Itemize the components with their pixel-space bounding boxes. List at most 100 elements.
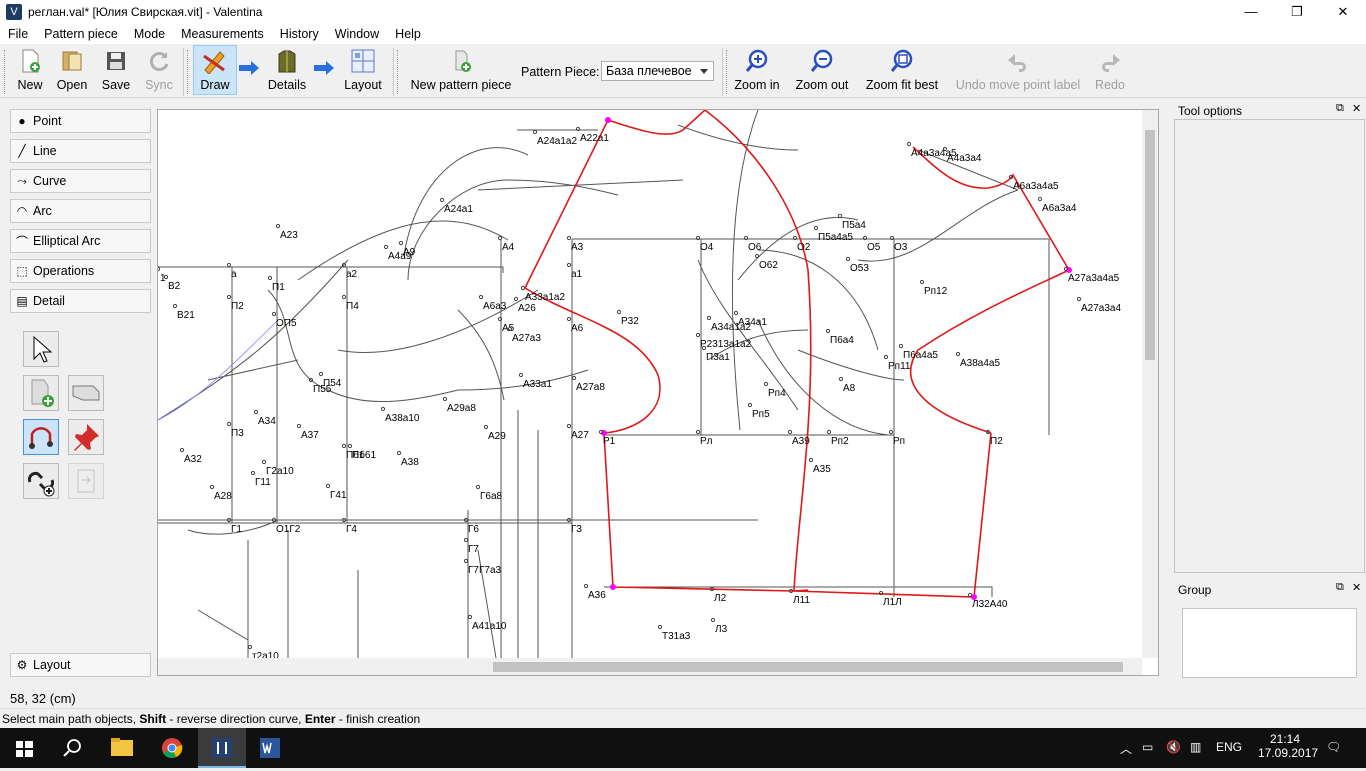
pattern-point[interactable] bbox=[532, 129, 538, 135]
open-button[interactable]: Open bbox=[56, 46, 88, 92]
tool-group-point[interactable]: ● Point bbox=[10, 109, 151, 133]
tool-group-curve[interactable]: ⤳ Curve bbox=[10, 169, 151, 193]
menu-pattern-piece[interactable]: Pattern piece bbox=[36, 27, 126, 41]
pattern-point[interactable] bbox=[275, 223, 281, 229]
point-label[interactable]: П3а1 bbox=[706, 352, 730, 363]
point-label[interactable]: Г3 bbox=[571, 524, 582, 535]
pin-button[interactable] bbox=[68, 419, 104, 455]
point-label[interactable]: А4а3а4 bbox=[947, 153, 982, 164]
point-label[interactable]: Л32А40 bbox=[972, 599, 1008, 610]
pattern-point[interactable] bbox=[808, 457, 814, 463]
point-label[interactable]: Г41 bbox=[330, 490, 347, 501]
dock-close-icon[interactable]: ✕ bbox=[1352, 581, 1361, 594]
pattern-point[interactable] bbox=[163, 274, 169, 280]
pattern-point[interactable] bbox=[226, 262, 232, 268]
point-label[interactable]: А27а3а4а5 bbox=[1068, 273, 1120, 284]
drawing-canvas[interactable]: А24а1а2 А22а1 А24а1 А23 А4а9 А9 А4 А3 О4 О6 О2 П5а4… bbox=[157, 109, 1159, 676]
toolbar-grip[interactable] bbox=[187, 50, 190, 94]
toolbar-grip[interactable] bbox=[726, 50, 729, 94]
point-label[interactable]: А6а3 bbox=[483, 301, 507, 312]
point-label[interactable]: А4 bbox=[502, 242, 515, 253]
point-label[interactable]: Рп12 bbox=[924, 286, 948, 297]
taskbar-word[interactable] bbox=[246, 728, 294, 768]
point-label[interactable]: А6 bbox=[571, 323, 584, 334]
pattern-point[interactable] bbox=[439, 197, 445, 203]
point-label[interactable]: А38а4а5 bbox=[960, 358, 1000, 369]
tray-language[interactable]: ENG bbox=[1216, 740, 1242, 754]
point-label[interactable]: П6а4 bbox=[830, 335, 854, 346]
pattern-point[interactable] bbox=[520, 285, 526, 291]
point-label[interactable]: А23 bbox=[280, 230, 298, 241]
pattern-point[interactable] bbox=[898, 343, 904, 349]
layout-group-button[interactable]: ⚙ Layout bbox=[10, 653, 151, 677]
menu-help[interactable]: Help bbox=[387, 27, 429, 41]
point-label[interactable]: Рп bbox=[893, 436, 905, 447]
pattern-point[interactable] bbox=[695, 235, 701, 241]
draw-mode-button[interactable]: Draw bbox=[193, 45, 237, 95]
scrollbar-thumb[interactable] bbox=[1145, 130, 1155, 360]
pattern-point[interactable] bbox=[838, 376, 844, 382]
pattern-point[interactable] bbox=[442, 396, 448, 402]
pattern-point[interactable] bbox=[566, 316, 572, 322]
pattern-point[interactable] bbox=[475, 484, 481, 490]
pattern-point[interactable] bbox=[179, 447, 185, 453]
tray-clock[interactable]: 21:14 17.09.2017 bbox=[1258, 732, 1318, 760]
tray-battery-icon[interactable]: ▭ bbox=[1142, 740, 1153, 754]
details-mode-button[interactable]: Details bbox=[265, 46, 309, 92]
point-label[interactable]: Рп11 bbox=[888, 361, 911, 372]
point-label[interactable]: Г6 bbox=[468, 524, 479, 535]
point-label[interactable]: А36 bbox=[588, 590, 606, 601]
pattern-point[interactable] bbox=[325, 483, 331, 489]
point-label[interactable]: Рп4 bbox=[768, 388, 786, 399]
pattern-point[interactable] bbox=[878, 590, 884, 596]
pattern-point[interactable] bbox=[598, 429, 604, 435]
point-label[interactable]: А34а1 bbox=[738, 317, 767, 328]
pattern-point[interactable] bbox=[247, 644, 253, 650]
point-label[interactable]: В21 bbox=[177, 310, 195, 321]
pattern-point[interactable] bbox=[261, 459, 267, 465]
point-label[interactable]: Л3 bbox=[715, 624, 728, 635]
point-label[interactable]: А34 bbox=[258, 416, 276, 427]
pattern-point[interactable] bbox=[209, 484, 215, 490]
pattern-scene[interactable]: А24а1а2 А22а1А24а1А23А4а9А9 А4 А3 О4 О6 О2П5а4… bbox=[158, 110, 1159, 676]
point-label[interactable]: А27а3а4 bbox=[1081, 303, 1121, 314]
close-window-button[interactable]: ✕ bbox=[1320, 0, 1366, 24]
scrollbar-thumb[interactable] bbox=[493, 662, 1123, 672]
point-label[interactable]: П2 bbox=[231, 301, 244, 312]
pattern-point[interactable] bbox=[792, 235, 798, 241]
point-label[interactable]: А9 bbox=[403, 247, 416, 258]
sync-button[interactable]: Sync bbox=[143, 46, 175, 92]
point-label[interactable]: Пб61 bbox=[352, 449, 376, 461]
point-label[interactable]: П5а4а5 bbox=[818, 232, 853, 243]
tray-chevron-icon[interactable]: ︿ bbox=[1120, 740, 1132, 757]
point-label[interactable]: А22а1 bbox=[580, 133, 609, 144]
tray-network-icon[interactable]: ▥ bbox=[1190, 740, 1201, 754]
point-label[interactable]: А33а1а2 bbox=[525, 292, 565, 303]
point-label[interactable]: А38а10 bbox=[385, 413, 420, 424]
menu-measurements[interactable]: Measurements bbox=[173, 27, 272, 41]
taskbar-valentina[interactable] bbox=[198, 728, 246, 768]
tray-volume-icon[interactable]: 🔇 bbox=[1166, 740, 1181, 754]
pattern-point[interactable] bbox=[883, 354, 889, 360]
pattern-point[interactable] bbox=[906, 141, 912, 147]
point-label[interactable]: П55 bbox=[313, 384, 332, 395]
zoom-fit-best-button[interactable]: Zoom fit best bbox=[862, 46, 942, 92]
pattern-point[interactable] bbox=[226, 421, 232, 427]
point-label[interactable]: О62 bbox=[759, 260, 778, 271]
tool-group-arc[interactable]: ◠ Arc bbox=[10, 199, 151, 223]
pattern-point[interactable] bbox=[1076, 296, 1082, 302]
point-label[interactable]: Л11 bbox=[793, 595, 810, 606]
point-label[interactable]: Г2а10 bbox=[266, 466, 294, 477]
point-label[interactable]: П2 bbox=[990, 436, 1003, 447]
pattern-point[interactable] bbox=[787, 429, 793, 435]
menu-window[interactable]: Window bbox=[327, 27, 387, 41]
pattern-point[interactable] bbox=[347, 443, 353, 449]
pattern-point[interactable] bbox=[518, 372, 524, 378]
dock-float-icon[interactable]: ⧉ bbox=[1336, 102, 1344, 115]
pattern-point[interactable] bbox=[616, 309, 622, 315]
pattern-point[interactable] bbox=[706, 315, 712, 321]
pattern-point[interactable] bbox=[657, 624, 663, 630]
point-label[interactable]: Г11 bbox=[255, 477, 271, 488]
pattern-point[interactable] bbox=[919, 279, 925, 285]
point-label[interactable]: П4 bbox=[346, 301, 359, 312]
